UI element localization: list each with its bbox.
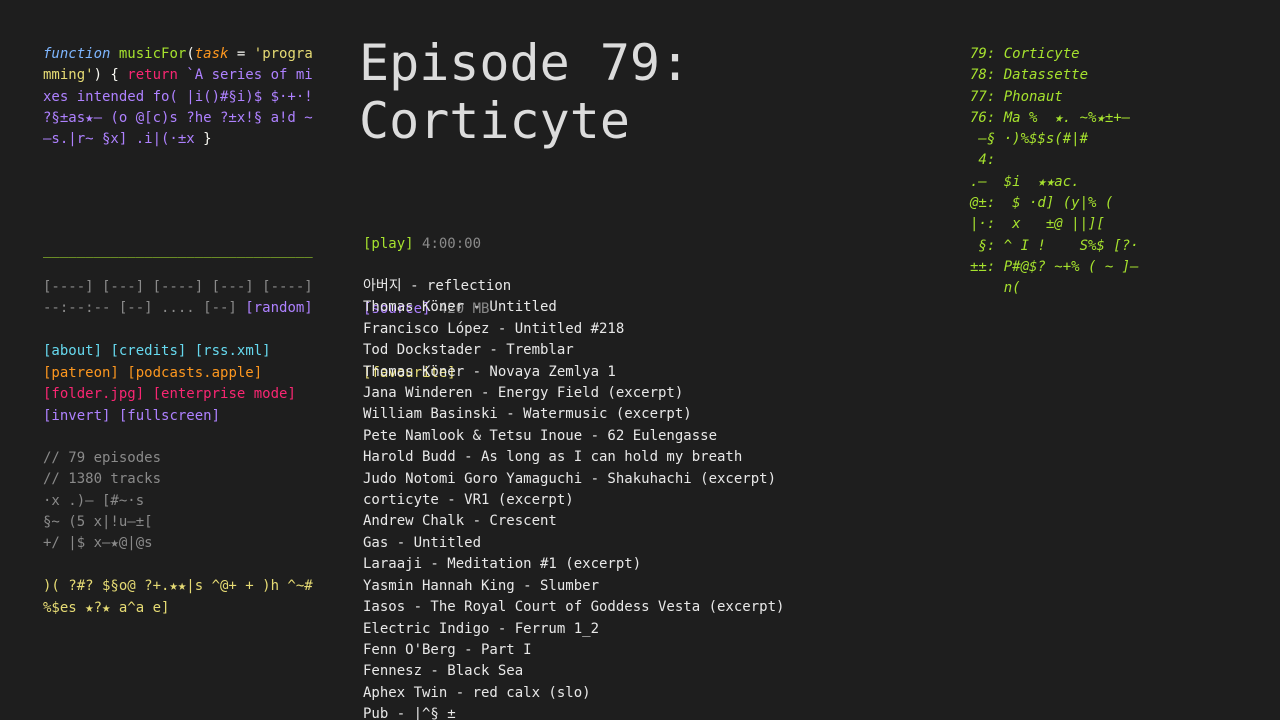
episode-title-line: Episode 79: [359,34,691,92]
code-intro: function musicFor(task = 'progra mming')… [43,44,321,151]
code-string: 'progra [253,46,313,62]
track-item[interactable]: Electric Indigo - Ferrum 1_2 [363,619,784,640]
glitch-text: .— $i ★★ac. [970,173,1080,190]
code-line: xes intended fo( |i()#§i)$ $·+·! [43,88,313,105]
track-item[interactable]: William Basinski - Watermusic (excerpt) [363,404,784,425]
code-function-name: musicFor [118,46,187,62]
rss-link[interactable]: [rss.xml] [195,343,271,359]
track-item[interactable]: Tod Dockstader - Tremblar [363,340,784,361]
glitch-text: —§ ·)%$$s(#|# [970,131,1089,148]
glitch-text: §: ^ I ! S%$ [?· [970,237,1139,254]
player-timecode: --:--:-- [--] .... [--] [43,300,246,317]
about-link[interactable]: [about] [43,343,102,359]
track-item[interactable]: Laraaji - Meditation #1 (excerpt) [363,554,784,575]
glitch-yellow-block: )( ?#? $§o@ ?+.★★|s ^@+ + )h ^~# %$es ★?… [43,576,333,619]
track-count: // 1380 tracks [43,471,162,488]
code-equals: = [228,46,254,62]
player-buttons[interactable]: [----] [---] [----] [---] [----] [43,277,321,298]
episode-link[interactable]: 77: Phonaut [970,87,1139,108]
player-status: --:--:-- [--] .... [--] [random] [43,298,321,319]
track-item[interactable]: Pete Namlook & Tetsu Inoue - 62 Eulengas… [363,426,784,447]
track-item[interactable]: corticyte - VR1 (excerpt) [363,490,784,511]
code-keyword-return: return [127,67,178,84]
fullscreen-link[interactable]: [fullscreen] [119,408,220,424]
play-row: [play] 4:00:00 [363,234,489,256]
track-item[interactable]: Francisco López - Untitled #218 [363,319,784,340]
invert-link[interactable]: [invert] [43,408,110,424]
credits-link[interactable]: [credits] [110,343,186,359]
episode-link[interactable]: 79: Corticyte [970,44,1139,65]
track-item[interactable]: 아버지 - reflection [363,276,784,297]
track-item[interactable]: Andrew Chalk - Crescent [363,511,784,532]
track-item[interactable]: Gas - Untitled [363,533,784,554]
code-template: `A series of mi [177,67,313,84]
code-line: mming') { return `A series of mi [43,65,321,86]
links-row: [patreon] [podcasts.apple] [43,363,333,385]
glitch-text: ±±: P#@$? ~+% ( ~ ]— [970,258,1139,275]
page: function musicFor(task = 'progra mming')… [0,0,1280,720]
track-item[interactable]: Thomas Köner - Untitled [363,297,784,318]
folder-link[interactable]: [folder.jpg] [43,386,144,402]
glitch-text: |·: x ±@ ||][ [970,216,1105,233]
episode-link[interactable]: 78: Datassette [970,65,1139,86]
episode-link[interactable]: 76: Ma % ★. ~%★±+— [970,108,1139,129]
glitch-text: 4: [970,152,996,169]
track-item[interactable]: Thomas Köner - Novaya Zemlya 1 [363,362,784,383]
episode-count: // 79 episodes [43,450,162,466]
track-item[interactable]: Jana Winderen - Energy Field (excerpt) [363,383,784,404]
track-item[interactable]: Judo Notomi Goro Yamaguchi - Shakuhachi … [363,469,784,490]
glitch-text: %$es ★?★ a^a e] [43,599,170,616]
code-line: function musicFor(task = 'progra [43,44,321,65]
track-item[interactable]: Fennesz - Black Sea [363,661,784,682]
stats: // 79 episodes // 1380 tracks ·x .)— [#~… [43,448,333,554]
episode-title: Episode 79: Corticyte [359,34,879,150]
patreon-link[interactable]: [patreon] [43,365,119,381]
glitch-text: @±: $ ·d] (y|% ( [970,195,1114,212]
code-paren: ( [186,46,195,62]
links-row: [invert] [fullscreen] [43,406,333,428]
links-row: [folder.jpg] [enterprise mode] [43,384,333,406]
play-button[interactable]: [play] [363,236,414,252]
player-controls: [----] [---] [----] [---] [----] --:--:-… [43,277,321,320]
enterprise-mode-link[interactable]: [enterprise mode] [153,386,296,402]
glitch-text: §~ (5 x|!u—±[ [43,513,153,530]
left-column: function musicFor(task = 'progra mming')… [43,44,321,616]
glitch-text: +/ |$ x—★@|@s [43,535,153,552]
glitch-text: ·x .)— [#~·s [43,492,145,509]
episode-title-line: Corticyte [359,92,630,150]
track-item[interactable]: Fenn O'Berg - Part I [363,640,784,661]
track-item[interactable]: Yasmin Hannah King - Slumber [363,576,784,597]
track-item[interactable]: Pub - |^§ ± [363,704,784,720]
code-brace: } [203,131,212,148]
tracklist: 아버지 - reflection Thomas Köner - Untitled… [363,276,784,720]
glitch-text: )( ?#? $§o@ ?+.★★|s ^@+ + )h ^~# [43,578,313,594]
episode-panel: Episode 79: Corticyte [play] 4:00:00 [so… [359,34,879,720]
site-links: [about] [credits] [rss.xml] [patreon] [p… [43,341,333,427]
glitch-text: n( [970,280,1021,297]
track-item[interactable]: Aphex Twin - red calx (slo) [363,683,784,704]
code-line: ?§±as★— (o @[c)s ?he ?±x!§ a!d ~ [43,109,313,126]
code-template: —s.|r~ §x] .i|(·±x [43,131,204,148]
code-brace: ) { [93,67,128,84]
code-string: mming' [43,67,94,84]
random-button[interactable]: [random] [245,300,312,316]
track-item[interactable]: Iasos - The Royal Court of Goddess Vesta… [363,597,784,618]
podcasts-link[interactable]: [podcasts.apple] [127,365,262,381]
code-param: task [194,46,229,62]
links-row: [about] [credits] [rss.xml] [43,341,333,363]
track-item[interactable]: Harold Budd - As long as I can hold my b… [363,447,784,468]
episode-list: 79: Corticyte 78: Datassette 77: Phonaut… [970,44,1139,300]
separator: ________________________________ [43,242,313,258]
code-keyword-function: function [43,46,111,62]
duration: 4:00:00 [422,236,482,252]
code-line: —s.|r~ §x] .i|(·±x } [43,129,321,150]
